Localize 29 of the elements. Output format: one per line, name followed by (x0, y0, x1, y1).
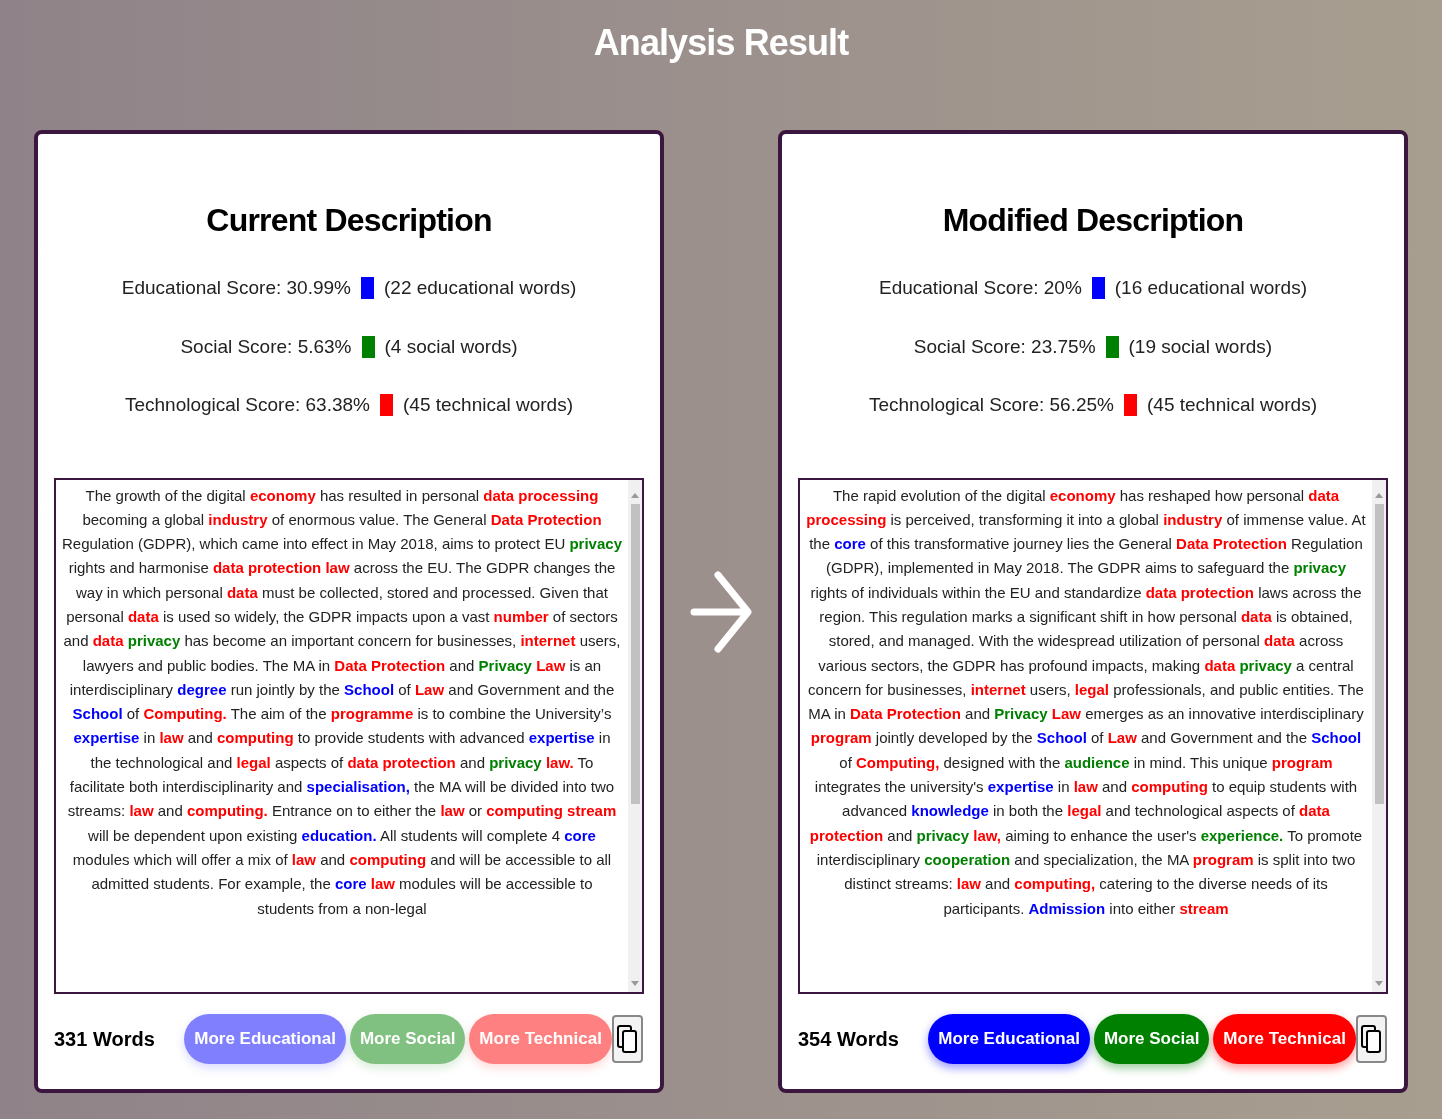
arrow-icon (690, 568, 752, 655)
word-count-label: (22 educational words) (384, 276, 577, 300)
description-paragraph: The rapid evolution of the digital economy has reshaped how personal data processing is perceived, transforming it into a global industry of immense value. At the core of this transformative journey lies the General Data Protection Regulation (GDPR), implemented in May 2018. The GDPR aims to safeguard the privacy rights of individuals within the EU and standardize data protection laws across the region. This regulation marks a significant shift in how personal data is obtained, stored, and managed. With the widespread utilization of personal data across various sectors, the GDPR has profound impacts, making data privacy a central concern for businesses, internet users, legal professionals, and public entities. The MA in Data Protection and Privacy Law emerges as an innovative interdisciplinary program jointly developed by the School of Law and Government and the School of Computing, designed with the audience in mind. This unique program integrates the university's expertise in law and computing to equip students with advanced knowledge in both the legal and technological aspects of data protection and privacy law, aiming to enhance the user's experience. To promote interdisciplinary cooperation and specialization, the MA program is split into two distinct streams: law and computing, catering to the diverse needs of its participants. Admission into either stream (805, 485, 1367, 919)
description-paragraph: The growth of the digital economy has resulted in personal data processing becoming a global industry of enormous value. The General Data Protection Regulation (GDPR), which came into effect in May 2018, aims to protect EU privacy rights and harmonise data protection law across the EU. The GDPR changes the way in which personal data must be collected, stored and processed. Given that personal data is used so widely, the GDPR impacts upon a vast number of sectors and data privacy has become an important concern for businesses, internet users, lawyers and public bodies. The MA in Data Protection and Privacy Law is an interdisciplinary degree run jointly by the School of Law and Government and the School of Computing. The aim of the programme is to combine the University’s expertise in law and computing to provide students with advanced expertise in the technological and legal aspects of data protection and privacy law. To facilitate both interdisciplinarity and specialisation, the MA will be divided into two streams: law and computing. Entrance on to either the law or computing stream will be dependent upon existing education. All students will complete 4 core modules which will offer a mix of law and computing and will be accessible to all admitted students. For example, the core law modules will be accessible to students from a non-legal (61, 485, 623, 919)
rewrite-button[interactable]: More Technical (1213, 1013, 1356, 1064)
word-count-label: (45 technical words) (1147, 393, 1318, 417)
copy-icon (616, 1023, 639, 1054)
scrollbar[interactable] (1372, 479, 1386, 992)
score-label: Social Score: 23.75% (913, 334, 1096, 359)
score-label: Educational Score: 20% (879, 276, 1082, 300)
word-count-label: (16 educational words) (1114, 276, 1307, 300)
score-label: Technological Score: 56.25% (868, 393, 1114, 417)
card-heading: Modified Description (941, 201, 1245, 240)
score-label: Educational Score: 30.99% (121, 276, 351, 300)
copy-button[interactable] (611, 1014, 643, 1063)
word-count: 354 Words (798, 1026, 900, 1052)
rewrite-button[interactable]: More Educational (928, 1013, 1090, 1064)
rewrite-button[interactable]: More Social (1093, 1013, 1210, 1064)
word-count-label: (4 social words) (384, 334, 518, 359)
score-label: Technological Score: 63.38% (124, 393, 370, 417)
word-count: 331 Words (54, 1026, 156, 1052)
word-count-label: (45 technical words) (403, 393, 574, 417)
copy-icon (1360, 1023, 1383, 1054)
word-count-label: (19 social words) (1128, 334, 1273, 359)
card-heading: Current Description (205, 201, 493, 240)
scrollbar[interactable] (628, 479, 642, 992)
score-label: Social Score: 5.63% (180, 334, 352, 359)
page-title: Analysis Result (593, 21, 849, 65)
copy-button[interactable] (1355, 1014, 1387, 1063)
